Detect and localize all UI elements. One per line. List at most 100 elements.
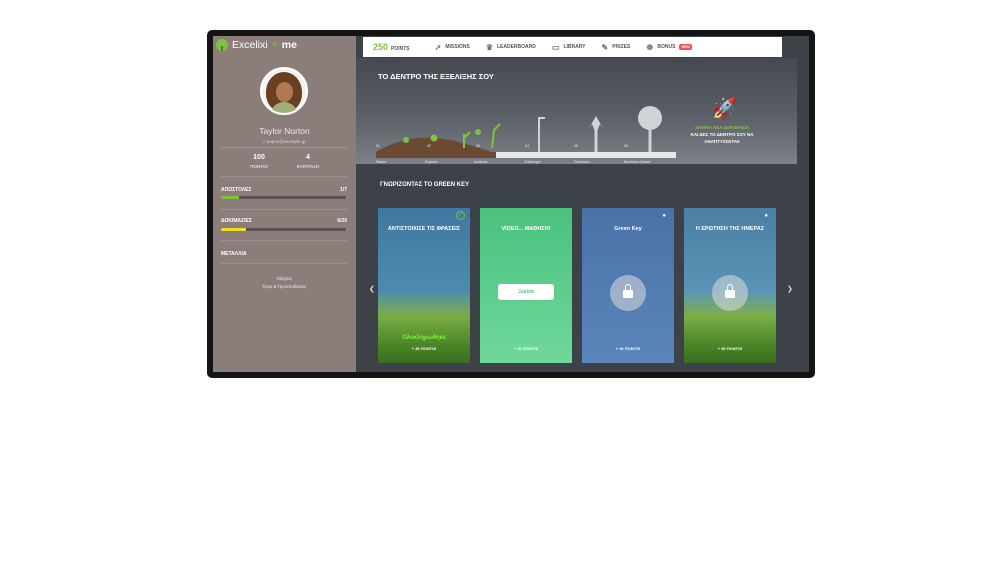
stage-name-developer: Developer	[574, 160, 590, 164]
section-title: ΓΝΩΡΙΖΟΝΤΑΣ ΤΟ GREEN KEY	[380, 182, 470, 188]
trials-count: 6/20	[337, 218, 347, 224]
carousel-next-arrow[interactable]: ❯	[787, 285, 793, 293]
terms-link[interactable]: Όροι & Προϋποθέσεις	[213, 283, 356, 291]
grass-background	[378, 291, 470, 363]
lock-icon	[725, 284, 735, 298]
stage-name-challenger: Challenger	[524, 160, 541, 164]
stage-number-04: 04	[525, 144, 529, 148]
nav-prizes[interactable]: ✎ PRIZES	[601, 43, 630, 52]
logo-text: Excelixi	[232, 39, 268, 51]
library-icon: ▭	[551, 42, 560, 52]
bonus-new-badge: NEW	[679, 44, 692, 50]
card-title: VIDEO... ΜΑΘΗΣΗ!	[501, 226, 551, 232]
prizes-icon: ✎	[601, 42, 609, 52]
logo-me: me	[281, 39, 297, 51]
tree-challenger	[538, 117, 545, 152]
app-logo[interactable]: Excelixi + me	[216, 38, 297, 52]
points-value: 100	[253, 154, 265, 161]
trials-progress-bar	[221, 228, 346, 231]
stage-number-02: 02	[427, 144, 431, 148]
medals-link[interactable]: ΜΕΤΑΛΛΙΑ	[221, 251, 246, 257]
stage-number-06: 06	[624, 144, 628, 148]
locked-indicator	[712, 275, 748, 311]
missions-progress-fill	[221, 196, 239, 199]
nav-points-label: POINTS	[391, 46, 410, 52]
rank-stat: 4 ΚΑΤΑΤΑΞΗ	[283, 154, 333, 169]
divider	[221, 176, 347, 177]
nav-bonus[interactable]: ☸ BONUS NEW	[646, 42, 692, 52]
nav-missions[interactable]: ➚ MISSIONS	[435, 43, 470, 52]
app-screen: Excelixi + me Taylor Norton c.papas@exampl…	[213, 36, 809, 372]
tree-developer-crown	[588, 116, 604, 134]
stage-number-05: 05	[574, 144, 578, 148]
nav-points-value: 250	[373, 42, 389, 52]
device-frame: Excelixi + me Taylor Norton c.papas@exampl…	[207, 30, 815, 378]
points-stat: 100 ΠΟΝΤΟΙ	[234, 154, 284, 169]
tree-banner: ΤΟ ΔΕΝΤΡΟ ΤΗΣ ΕΞΕΛΙΞΗΣ ΣΟΥ 01 02 03 04 0…	[356, 58, 797, 164]
sprout-04	[475, 129, 481, 135]
sprout-05	[491, 123, 501, 149]
points-label: ΠΟΝΤΟΙ	[250, 164, 268, 169]
user-email: c.papas@example.gr	[263, 139, 306, 144]
stage-name-starter: Starter	[376, 160, 387, 164]
rocket-icon: ➚	[434, 42, 442, 52]
sidebar: Excelixi + me Taylor Norton c.papas@exampl…	[213, 36, 356, 372]
divider	[221, 209, 347, 210]
rocket-icon[interactable]: 🚀	[712, 96, 737, 121]
footer-links: Οδηγίες Όροι & Προϋποθέσεις	[213, 275, 356, 291]
logo-plus: +	[271, 39, 278, 51]
cta-line-2: ΚΑΙ ΔΕΣ ΤΟ ΔΕΝΤΡΟ ΣΟΥ ΝΑ	[690, 132, 754, 137]
trials-label: ΔΟΚΙΜΑΣΙΕΣ	[221, 218, 252, 224]
tree-grower-crown	[638, 106, 662, 130]
missions-progress-row: ΑΠΟΣΤΟΛΕΣ 1/7	[221, 187, 347, 193]
nav-library[interactable]: ▭ LIBRARY	[552, 43, 586, 52]
stage-number-01: 01	[376, 144, 380, 148]
divider	[221, 147, 347, 148]
divider	[221, 240, 347, 241]
avatar[interactable]	[260, 67, 308, 115]
cta-line-1: ΞΕΚΙΝΑ ΝΕΑ ΔΟΚΙΜΑΣΙΑ	[694, 125, 750, 130]
card-points: + 40 ΠΟΝΤΟΙ	[615, 346, 641, 351]
nav-leaderboard[interactable]: ♛ LEADERBOARD	[486, 43, 536, 52]
start-trial-cta[interactable]: ΞΕΚΙΝΑ ΝΕΑ ΔΟΚΙΜΑΣΙΑ ΚΑΙ ΔΕΣ ΤΟ ΔΕΝΤΡΟ Σ…	[682, 124, 762, 145]
nav-missions-label: MISSIONS	[445, 44, 470, 50]
stage-name-achiever: Achiever	[474, 160, 488, 164]
check-icon: ✓	[456, 211, 465, 220]
carousel-prev-arrow[interactable]: ❮	[369, 285, 375, 293]
start-button[interactable]: Ξεκίνα	[498, 284, 554, 300]
sprout-02	[430, 134, 438, 142]
stage-name-explorer: Explorer	[425, 160, 439, 164]
tree-logo-icon	[216, 39, 228, 51]
nav-library-label: LIBRARY	[563, 44, 586, 50]
card-match-phrases[interactable]: ✓ ΑΝΤΙΣΤΟΙΧΙΣΕ ΤΙΣ ΦΡΑΣΕΙΣ Ολοκληρώθηκε …	[378, 208, 470, 363]
card-points: + 40 ΠΟΝΤΟΙ	[411, 346, 437, 351]
card-question-of-day[interactable]: ● Η ΕΡΩΤΗΣΗ ΤΗΣ ΗΜΕΡΑΣ + 30 ΠΟΝΤΟΙ	[684, 208, 776, 363]
missions-label: ΑΠΟΣΤΟΛΕΣ	[221, 187, 252, 193]
user-name: Taylor Norton	[259, 126, 310, 136]
card-green-key[interactable]: ● Green Key + 40 ΠΟΝΤΟΙ	[582, 208, 674, 363]
missions-count: 1/7	[340, 187, 347, 193]
card-title: ΑΝΤΙΣΤΟΙΧΙΣΕ ΤΙΣ ΦΡΑΣΕΙΣ	[387, 226, 461, 232]
rank-label: ΚΑΤΑΤΑΞΗ	[296, 164, 320, 169]
leaderboard-icon: ♛	[485, 42, 493, 52]
points-counter[interactable]: 250 POINTS	[373, 42, 410, 52]
lock-icon	[623, 284, 633, 298]
rank-value: 4	[306, 154, 310, 161]
bonus-icon: ☸	[646, 42, 654, 52]
stage-name-business-grower: Business Grower	[624, 160, 651, 164]
nav-prizes-label: PRIZES	[612, 44, 631, 50]
card-title: Η ΕΡΩΤΗΣΗ ΤΗΣ ΗΜΕΡΑΣ	[695, 226, 765, 232]
stage-number-03: 03	[476, 144, 480, 148]
trials-progress-fill	[221, 228, 246, 231]
card-video-learning[interactable]: VIDEO... ΜΑΘΗΣΗ! Ξεκίνα + 30 ΠΟΝΤΟΙ	[480, 208, 572, 363]
card-title: Green Key	[614, 226, 642, 232]
divider	[221, 263, 347, 264]
lock-icon: ●	[764, 213, 768, 219]
missions-progress-bar	[221, 196, 346, 199]
completed-label: Ολοκληρώθηκε	[402, 335, 446, 341]
lock-icon: ●	[662, 213, 666, 219]
cta-line-3: ΑΝΑΠΤΥΣΣΕΤΑΙ!	[704, 139, 740, 144]
stages-timeline	[376, 152, 676, 158]
instructions-link[interactable]: Οδηγίες	[213, 275, 356, 283]
top-nav: 250 POINTS ➚ MISSIONS ♛ LEADERBOARD ▭ LI…	[363, 37, 782, 57]
